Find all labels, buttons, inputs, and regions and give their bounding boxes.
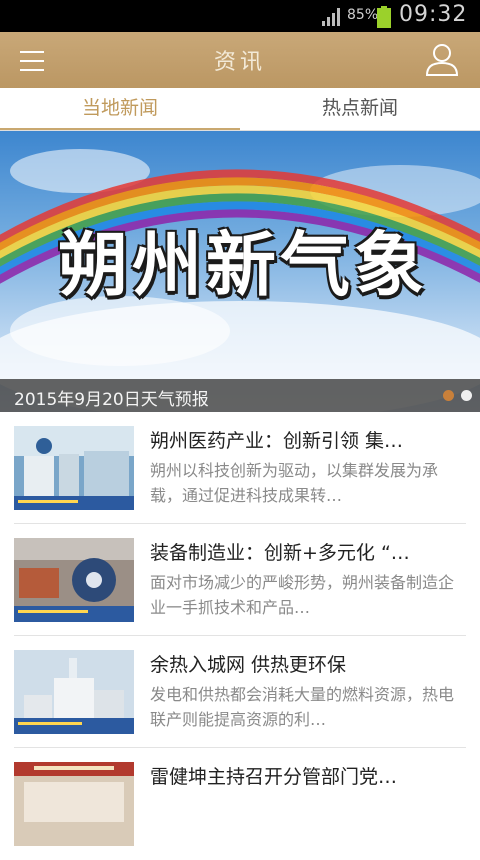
news-thumbnail	[14, 426, 134, 510]
banner-caption-bar: 2015年9月20日天气预报	[0, 379, 480, 412]
carousel-dot-active[interactable]	[443, 390, 454, 401]
page-title: 资讯	[213, 50, 266, 75]
news-title: 雷健坤主持召开分管部门党…	[150, 766, 398, 788]
tab-hot-news[interactable]: 热点新闻	[240, 88, 480, 130]
news-thumbnail	[14, 538, 134, 622]
news-tabs: 当地新闻 热点新闻	[0, 88, 480, 131]
news-title: 余热入城网 供热更环保	[150, 654, 347, 676]
news-thumbnail	[14, 762, 134, 846]
news-thumbnail	[14, 650, 134, 734]
tab-indicator	[0, 128, 240, 130]
news-item[interactable]: 朔州医药产业：创新引领 集… 朔州以科技创新为驱动，以集群发展为承载，通过促进科…	[0, 412, 480, 524]
news-summary	[150, 794, 455, 846]
news-summary: 朔州以科技创新为驱动，以集群发展为承载，通过促进科技成果转…	[150, 461, 439, 505]
banner-carousel[interactable]: 朔州新气象 2015年9月20日天气预报	[0, 131, 480, 412]
status-bar: 85% 09:32	[0, 0, 480, 32]
banner-caption: 2015年9月20日天气预报	[14, 390, 209, 410]
battery-icon	[377, 6, 391, 28]
news-title: 朔州医药产业：创新引领 集…	[150, 430, 404, 452]
news-item[interactable]: 雷健坤主持召开分管部门党…	[0, 748, 480, 860]
news-summary: 面对市场减少的严峻形势，朔州装备制造企业一手抓技术和产品…	[150, 573, 455, 617]
news-item[interactable]: 装备制造业：创新+多元化 “… 面对市场减少的严峻形势，朔州装备制造企业一手抓技…	[0, 524, 480, 636]
banner-headline: 朔州新气象	[58, 224, 428, 306]
user-button[interactable]	[420, 42, 464, 78]
news-title: 装备制造业：创新+多元化 “…	[150, 542, 410, 564]
carousel-dot[interactable]	[461, 390, 472, 401]
news-summary: 发电和供热都会消耗大量的燃料资源，热电联产则能提高资源的利…	[150, 685, 455, 729]
user-icon	[425, 44, 459, 76]
app-bar: 资讯	[0, 32, 480, 89]
battery-percent: 85%	[347, 7, 379, 23]
news-item[interactable]: 余热入城网 供热更环保 发电和供热都会消耗大量的燃料资源，热电联产则能提高资源的…	[0, 636, 480, 748]
signal-icon	[322, 8, 340, 26]
tab-local-news[interactable]: 当地新闻	[0, 88, 240, 130]
clock: 09:32	[399, 2, 468, 27]
